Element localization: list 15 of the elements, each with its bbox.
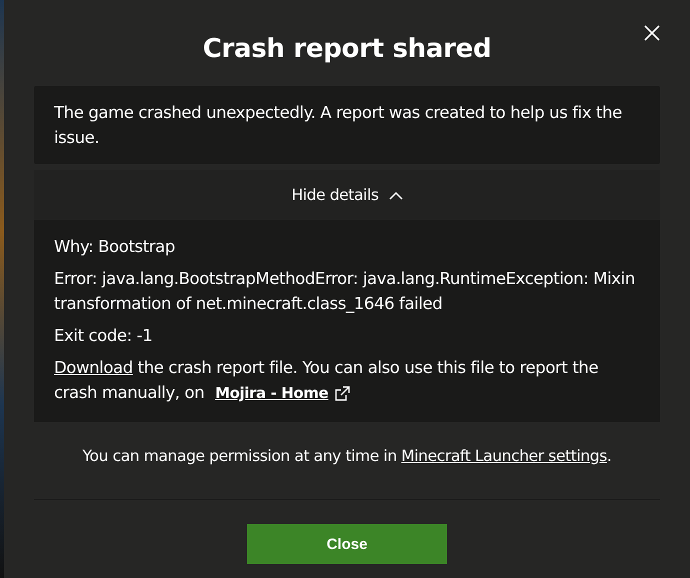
external-link-icon [334, 386, 350, 402]
hide-details-button[interactable]: Hide details [34, 170, 660, 220]
mojira-link[interactable]: Mojira - Home [215, 381, 328, 406]
close-button[interactable]: Close [247, 524, 447, 564]
detail-line: Error: java.lang.BootstrapMethodError: java.lang.RuntimeException: Mixin transformation of net.minecraft.class_1646 failed [54, 268, 636, 315]
download-sentence: Download the crash report file. You can also use this file to report the crash manually, on Mojira - Home [54, 355, 640, 406]
chevron-up-icon [388, 190, 403, 200]
close-icon[interactable] [644, 25, 660, 41]
detail-line: Exit code: -1 [54, 325, 154, 347]
permission-sentence: You can manage permission at any time in Minecraft Launcher settings. [34, 444, 660, 500]
download-link[interactable]: Download [54, 358, 133, 377]
summary-text: The game crashed unexpectedly. A report was created to help us fix the issue. [54, 102, 623, 149]
dialog-title: Crash report shared [202, 33, 492, 64]
detail-line: Why: Bootstrap [54, 236, 176, 258]
launcher-settings-link[interactable]: Minecraft Launcher settings [401, 447, 607, 465]
